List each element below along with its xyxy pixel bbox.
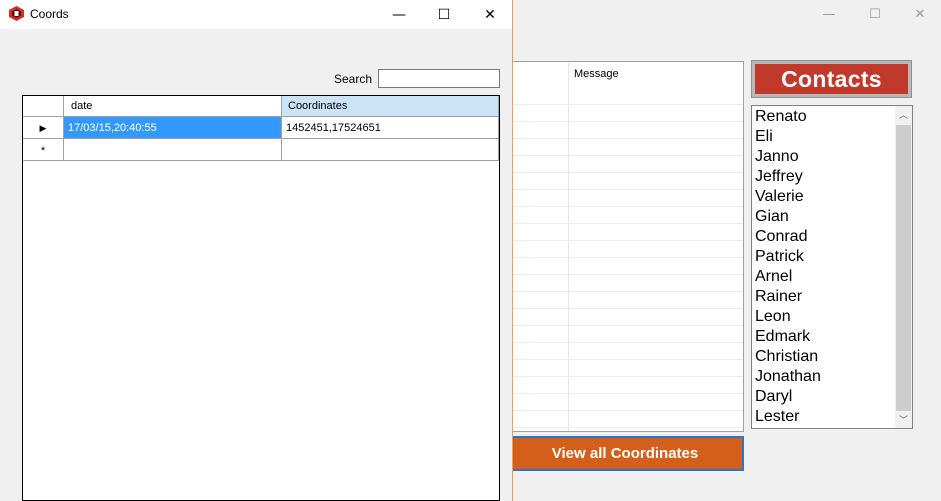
contact-list-item[interactable]: Patrick: [755, 247, 804, 267]
message-column-header[interactable]: Message: [574, 68, 619, 80]
grid-row-line: [501, 342, 743, 343]
search-input[interactable]: [378, 69, 500, 88]
grid-row-line: [501, 121, 743, 122]
maximize-icon: ☐: [869, 7, 881, 22]
app-icon: [9, 6, 24, 21]
grid-row-line: [501, 257, 743, 258]
grid-row-line: [501, 376, 743, 377]
scroll-down-icon[interactable]: ﹀: [895, 411, 912, 428]
contact-list-item[interactable]: Edmark: [755, 327, 810, 347]
grid-row-line: [501, 189, 743, 190]
maximize-icon: ☐: [437, 6, 451, 23]
new-coordinates-cell[interactable]: [282, 139, 499, 161]
minimize-icon: —: [392, 6, 406, 23]
contact-list-item[interactable]: Valerie: [755, 187, 804, 207]
coords-minimize-button[interactable]: —: [376, 0, 422, 29]
grid-row-line: [501, 206, 743, 207]
grid-row-line: [501, 240, 743, 241]
grid-row-line: [501, 359, 743, 360]
grid-row-line: [501, 138, 743, 139]
grid-row-line: [501, 223, 743, 224]
row-header[interactable]: ▶: [23, 117, 64, 139]
search-label: Search: [334, 72, 373, 86]
coords-close-button[interactable]: ✕: [467, 0, 513, 29]
grid-row-line: [501, 410, 743, 411]
contact-list-item[interactable]: Renato: [755, 107, 807, 127]
window-title: Coords: [30, 7, 69, 21]
coordinates-column-header[interactable]: Coordinates: [282, 96, 499, 117]
new-row-header[interactable]: *: [23, 139, 64, 161]
grid-row-line: [501, 325, 743, 326]
close-icon: ✕: [914, 7, 926, 22]
message-grid[interactable]: Message: [500, 61, 744, 432]
contact-list-item[interactable]: Janno: [755, 147, 799, 167]
grid-corner-header[interactable]: [23, 96, 64, 117]
grid-row-line: [501, 155, 743, 156]
contact-list-item[interactable]: Christian: [755, 347, 818, 367]
contacts-listbox[interactable]: Renato Eli Janno Jeffrey Valerie Gian Conrad Pa…: [751, 105, 913, 429]
scrollbar-thumb[interactable]: [896, 125, 911, 411]
grid-row-line: [501, 104, 743, 105]
contact-list-item[interactable]: Jeffrey: [755, 167, 803, 187]
date-column-header[interactable]: date: [64, 96, 282, 117]
contact-list-item[interactable]: Daryl: [755, 387, 792, 407]
grid-row-line: [501, 291, 743, 292]
contacts-button[interactable]: Contacts: [751, 60, 912, 98]
contact-list-item[interactable]: Leon: [755, 307, 791, 327]
grid-row-line: [501, 172, 743, 173]
scroll-up-icon[interactable]: ︿: [895, 106, 912, 123]
contact-list-item[interactable]: Rainer: [755, 287, 802, 307]
new-date-cell[interactable]: [64, 139, 282, 161]
date-cell[interactable]: 17/03/15,20:40:55: [64, 117, 282, 139]
coords-titlebar[interactable]: Coords — ☐ ✕: [0, 0, 512, 29]
main-close-button[interactable]: ✕: [897, 0, 941, 29]
contact-list-item[interactable]: Conrad: [755, 227, 807, 247]
coordinates-grid[interactable]: date Coordinates ▶ 17/03/15,20:40:55 145…: [22, 95, 500, 501]
minimize-icon: —: [822, 7, 836, 22]
view-all-coordinates-button[interactable]: View all Coordinates: [506, 436, 744, 471]
coords-window: Coords — ☐ ✕ Search date Coordinates ▶ 1…: [0, 0, 513, 501]
grid-row-line: [501, 274, 743, 275]
contact-list-item[interactable]: Jonathan: [755, 367, 821, 387]
main-minimize-button[interactable]: —: [806, 0, 852, 29]
grid-row-line: [501, 308, 743, 309]
grid-row-line: [501, 427, 743, 428]
close-icon: ✕: [484, 6, 496, 23]
contact-list-item[interactable]: Eli: [755, 127, 773, 147]
contact-list-item[interactable]: Gian: [755, 207, 789, 227]
coordinates-cell[interactable]: 1452451,17524651: [282, 117, 499, 139]
coords-maximize-button[interactable]: ☐: [421, 0, 467, 29]
contact-list-item[interactable]: Lester: [755, 407, 799, 427]
main-maximize-button[interactable]: ☐: [852, 0, 898, 29]
grid-row-line: [501, 393, 743, 394]
contact-list-item[interactable]: Arnel: [755, 267, 792, 287]
